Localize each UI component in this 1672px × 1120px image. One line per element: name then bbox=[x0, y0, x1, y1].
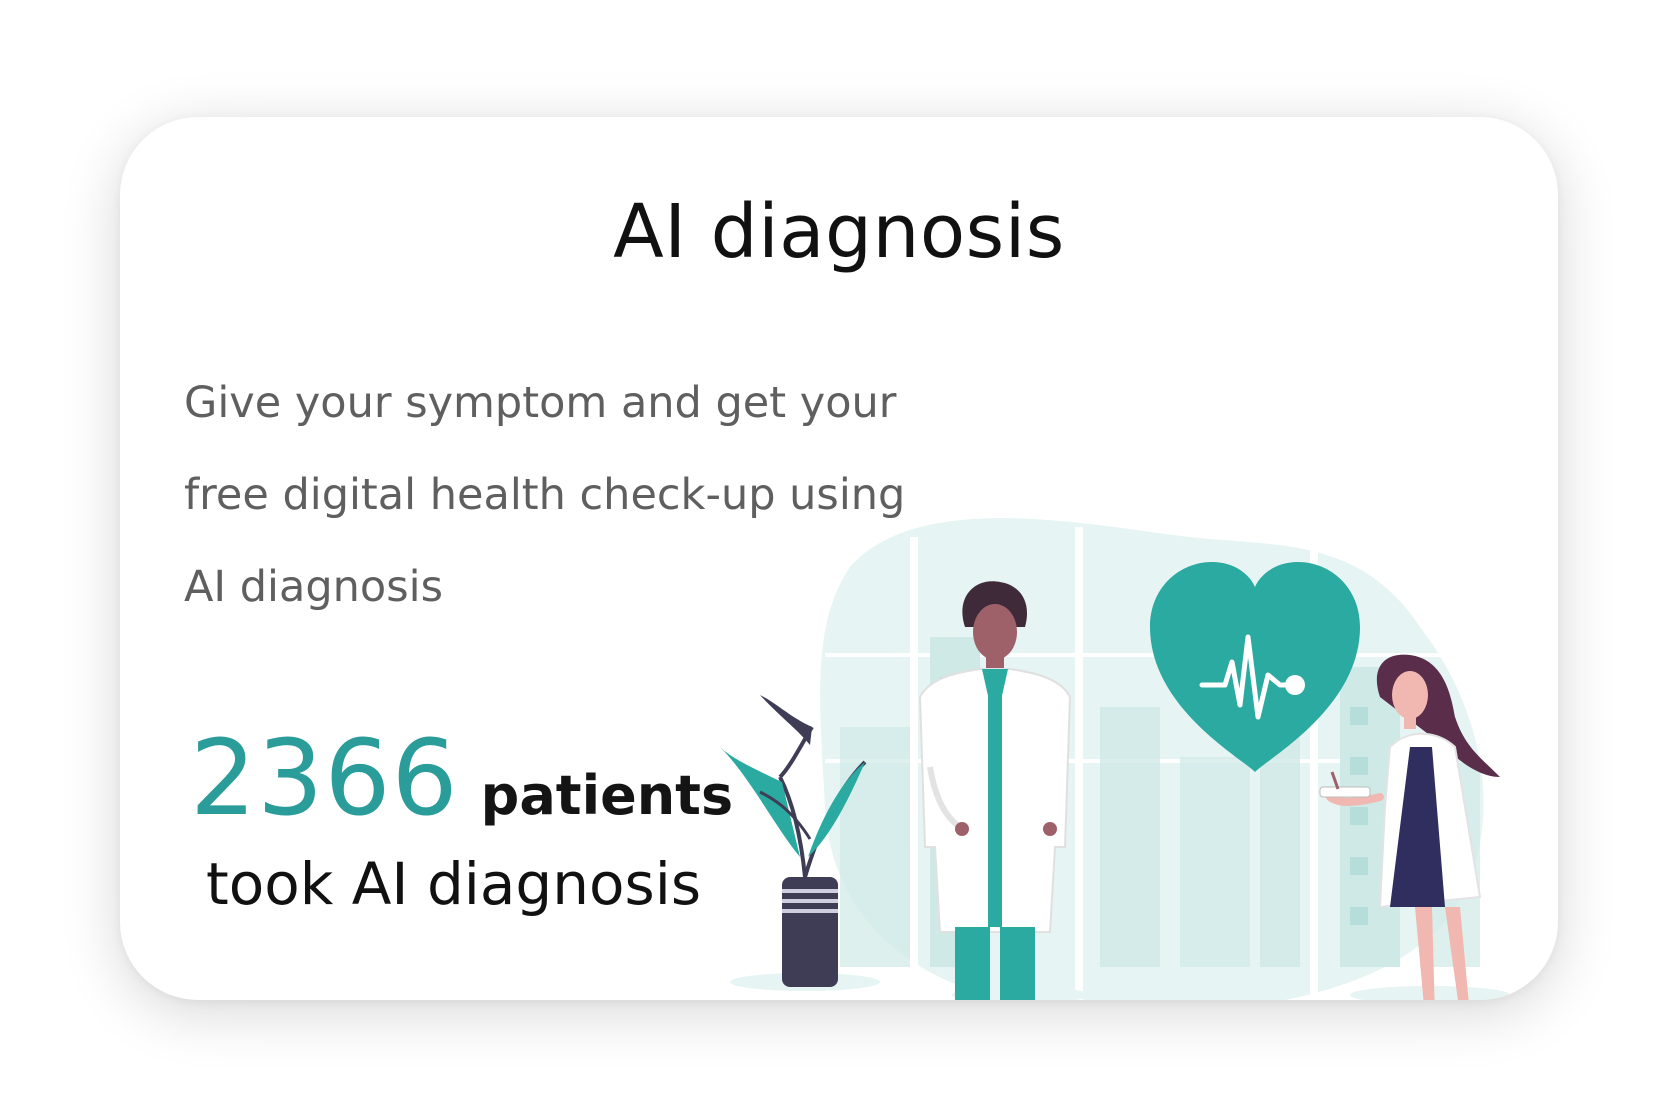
page-background: AI diagnosis Give your symptom and get y… bbox=[0, 0, 1672, 1120]
ai-diagnosis-card[interactable]: AI diagnosis Give your symptom and get y… bbox=[120, 117, 1558, 1000]
patient-unit-label: patients bbox=[480, 764, 734, 827]
patient-count: 2366 bbox=[190, 717, 459, 839]
card-title: AI diagnosis bbox=[613, 189, 1065, 275]
patient-stat-caption: took AI diagnosis bbox=[206, 850, 702, 918]
doctors-illustration bbox=[720, 518, 1545, 1000]
patient-stat: 2366 patients bbox=[190, 717, 733, 839]
window-frame bbox=[1075, 527, 1083, 1000]
window-frame bbox=[910, 537, 918, 1000]
